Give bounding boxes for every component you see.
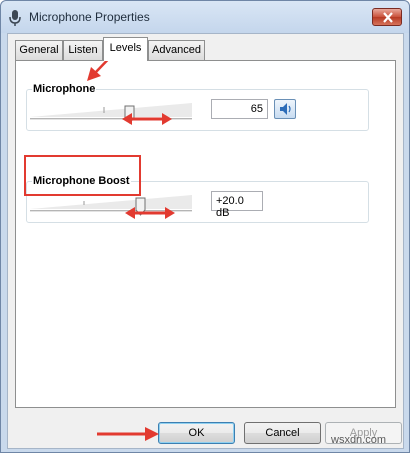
microphone-icon <box>9 10 21 26</box>
double-arrow-icon <box>125 207 175 219</box>
divider-line <box>132 159 386 160</box>
mute-button[interactable] <box>274 99 296 119</box>
arrow-right-icon <box>97 427 159 441</box>
dialog-client-area: General Listen Levels Advanced Microphon… <box>7 33 404 449</box>
speaker-icon <box>280 103 291 115</box>
microphone-boost-value: +20.0 dB <box>211 191 263 219</box>
window-title: Microphone Properties <box>29 10 150 24</box>
watermark: wsxdn.com <box>331 434 387 446</box>
title-bar[interactable]: Microphone Properties <box>1 1 409 33</box>
close-button[interactable] <box>372 8 402 26</box>
properties-window: Microphone Properties General Listen Lev… <box>0 0 410 453</box>
tab-general[interactable]: General <box>15 40 63 60</box>
tab-advanced[interactable]: Advanced <box>148 40 205 60</box>
levels-tab-panel: Microphone 65 Microphone Boost +20.0 dB <box>15 60 396 408</box>
microphone-level-value[interactable]: 65 <box>211 99 268 119</box>
close-icon <box>383 12 393 23</box>
cancel-button[interactable]: Cancel <box>244 422 321 444</box>
boost-highlight-box <box>24 155 141 196</box>
ok-button[interactable]: OK <box>158 422 235 444</box>
tab-levels[interactable]: Levels <box>103 37 148 61</box>
double-arrow-icon <box>122 113 172 125</box>
